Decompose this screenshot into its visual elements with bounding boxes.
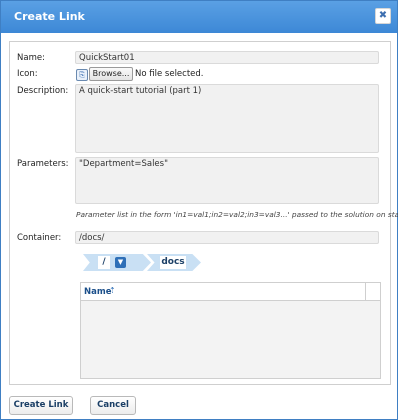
table-header: Name ⇡ [81,283,380,301]
column-divider [365,283,366,300]
create-link-button[interactable]: Create Link [9,396,73,415]
breadcrumb-folder[interactable]: docs [147,254,201,271]
description-label: Description: [17,86,69,96]
breadcrumb-root[interactable]: / ▼ [83,254,151,271]
column-header-name[interactable]: Name [84,287,111,297]
dialog-title: Create Link [14,10,85,23]
description-field[interactable]: A quick-start tutorial (part 1) [75,84,379,153]
icon-label: Icon: [17,69,38,79]
name-value: QuickStart01 [79,53,135,63]
file-status: No file selected. [135,69,204,79]
down-arrow-icon[interactable]: ▼ [115,257,126,268]
dialog-titlebar: Create Link ✖ [1,1,397,33]
close-icon[interactable]: ✖ [375,8,391,24]
file-icon: ⎘ [76,69,88,81]
container-label: Container: [17,233,62,243]
name-field[interactable]: QuickStart01 [75,51,379,64]
form-panel: Name: QuickStart01 Icon: ⎘ Browse... No … [9,41,398,385]
breadcrumb-root-label: / [98,256,110,269]
sort-ascending-icon[interactable]: ⇡ [109,286,116,295]
name-label: Name: [17,53,45,63]
parameters-field[interactable]: "Department=Sales" [75,157,379,204]
file-table: Name ⇡ [80,282,381,379]
cancel-button[interactable]: Cancel [90,396,136,415]
container-value: /docs/ [79,233,105,243]
browse-button[interactable]: Browse... [89,67,133,81]
parameters-label: Parameters: [17,159,69,169]
breadcrumb-folder-label: docs [160,256,186,269]
parameters-value: "Department=Sales" [79,159,169,169]
container-field[interactable]: /docs/ [75,231,379,244]
description-value: A quick-start tutorial (part 1) [79,86,202,96]
parameters-hint: Parameter list in the form 'in1=val1;in2… [76,210,398,219]
create-link-dialog: Create Link ✖ Name: QuickStart01 Icon: ⎘… [0,0,398,420]
